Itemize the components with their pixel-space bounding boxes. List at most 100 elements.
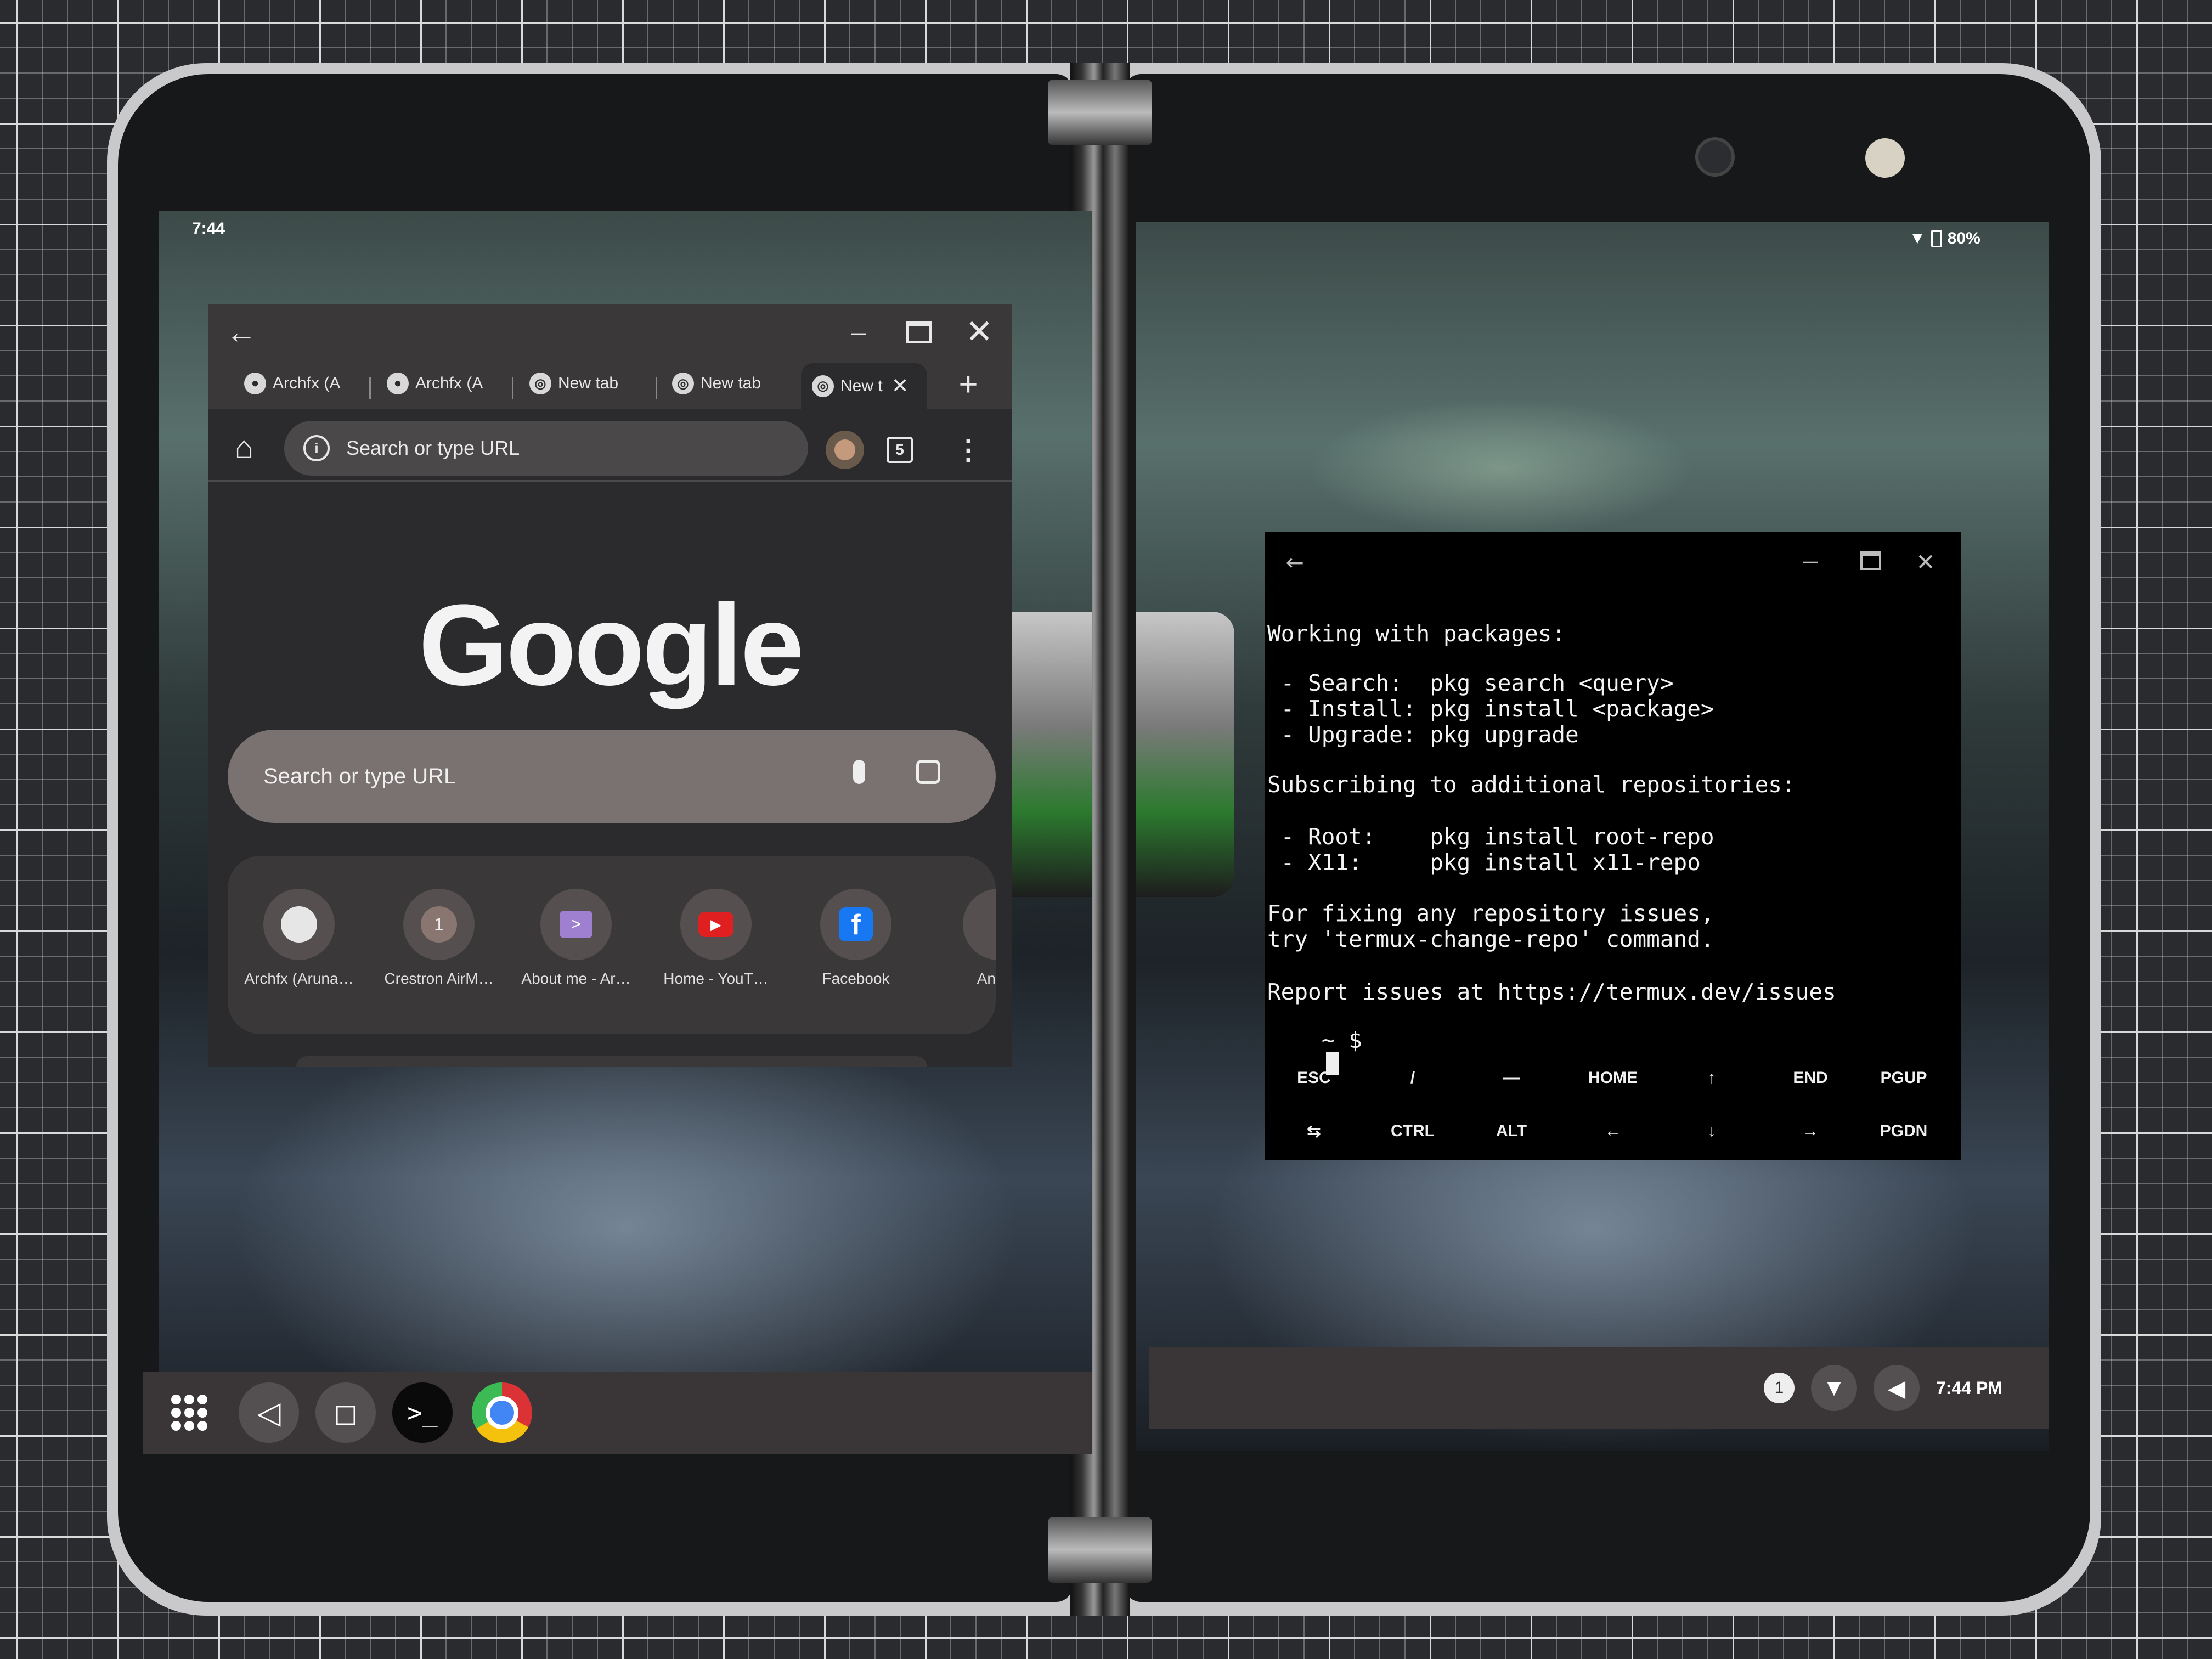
app-grid-icon	[171, 1395, 207, 1431]
shortcut-crestron[interactable]: 1 Crestron AirM…	[376, 889, 502, 988]
notification-badge: 1	[1764, 1373, 1795, 1403]
chrome-icon: ◎	[529, 373, 551, 394]
shortcut-label: An	[977, 970, 996, 987]
menu-more-icon[interactable]: ⋮	[949, 431, 988, 469]
google-lens-icon[interactable]	[916, 760, 940, 784]
ntp-search-placeholder: Search or type URL	[263, 764, 456, 788]
launcher-button[interactable]	[159, 1383, 219, 1443]
termux-window: ← – ✕ Working with packages: - Search: p…	[1265, 532, 1961, 1160]
terminal-line: try 'termux-change-repo' command.	[1267, 926, 1714, 952]
minimize-button[interactable]: –	[839, 313, 878, 351]
terminal-icon: >	[540, 889, 612, 960]
extra-key-tab[interactable]: ⇆	[1265, 1122, 1363, 1141]
tab-separator	[369, 377, 371, 399]
shortcut-label: About me - Ar…	[521, 970, 631, 987]
tab-switcher-button[interactable]: 5	[881, 431, 919, 469]
maximize-button[interactable]	[900, 313, 938, 351]
status-icons: ▼ 80%	[1909, 229, 1980, 248]
maximize-icon	[1860, 551, 1881, 570]
tab-separator	[656, 377, 657, 399]
battery-percent: 80%	[1947, 229, 1980, 247]
shortcut-facebook[interactable]: f Facebook	[793, 889, 919, 988]
ntp-search-box[interactable]: Search or type URL	[228, 730, 996, 823]
hinge-cap-bottom	[1048, 1517, 1152, 1583]
shortcut-label: Crestron AirM…	[384, 970, 494, 987]
volume-icon: ◀	[1874, 1365, 1920, 1411]
prompt-text: ~ $	[1321, 1027, 1362, 1053]
shortcut-partial[interactable]: An	[935, 889, 996, 988]
extra-key-right[interactable]: →	[1761, 1122, 1860, 1141]
tab-5-active[interactable]: ◎ New t ✕	[801, 363, 927, 409]
github-icon	[263, 889, 335, 960]
profile-avatar[interactable]	[826, 431, 864, 469]
close-button[interactable]: ✕	[960, 313, 998, 351]
tab-1[interactable]: ● Archfx (A	[244, 366, 354, 400]
extra-key-esc[interactable]: ESC	[1265, 1069, 1363, 1087]
shortcut-youtube[interactable]: ▶ Home - YouT…	[653, 889, 779, 988]
chrome-window: ← – ✕ ● Archfx (A ● Archfx (A ◎ New tab …	[208, 304, 1012, 1067]
overview-button[interactable]: ◻	[315, 1383, 376, 1443]
terminal-line: For fixing any repository issues,	[1267, 900, 1714, 927]
extra-key-alt[interactable]: ALT	[1462, 1122, 1561, 1141]
tab-label: Archfx (A	[415, 374, 483, 392]
tab-3[interactable]: ◎ New tab	[529, 366, 656, 400]
back-arrow-icon[interactable]: ←	[222, 313, 261, 351]
tab-close-icon[interactable]: ✕	[891, 374, 909, 398]
tab-label: New tab	[558, 374, 619, 392]
new-tab-button[interactable]: +	[949, 365, 988, 403]
shelf-left: ◁ ◻ >_	[143, 1372, 1092, 1454]
back-button[interactable]: ◁	[239, 1383, 299, 1443]
tray-time: 7:44 PM	[1936, 1378, 2002, 1398]
back-arrow-icon[interactable]: ←	[1276, 544, 1314, 578]
terminal-line: - Search: pkg search <query>	[1267, 670, 1674, 696]
omnibox-placeholder: Search or type URL	[346, 437, 520, 459]
home-icon[interactable]: ⌂	[225, 428, 263, 466]
status-tray[interactable]: 1 ▼ ◀ 7:44 PM	[1764, 1358, 2038, 1418]
tab-strip: ● Archfx (A ● Archfx (A ◎ New tab ◎ New …	[208, 357, 1012, 409]
google-logo: Google	[418, 580, 804, 709]
tab-2[interactable]: ● Archfx (A	[387, 366, 496, 400]
chrome-icon: ◎	[672, 373, 694, 394]
shortcut-archfx[interactable]: Archfx (Aruna…	[236, 889, 362, 988]
shortcut-label: Archfx (Aruna…	[244, 970, 354, 987]
minimize-button[interactable]: –	[1791, 544, 1830, 577]
shortcut-about-me[interactable]: > About me - Ar…	[513, 889, 639, 988]
shortcut-icon	[963, 889, 996, 960]
maximize-button[interactable]	[1852, 544, 1890, 577]
extra-key-home[interactable]: HOME	[1564, 1069, 1662, 1087]
extra-key-slash[interactable]: /	[1363, 1069, 1462, 1087]
terminal-line: - Install: pkg install <package>	[1267, 696, 1714, 722]
extra-key-pgdn[interactable]: PGDN	[1854, 1122, 1953, 1141]
extra-key-ctrl[interactable]: CTRL	[1363, 1122, 1462, 1141]
tab-label: New tab	[701, 374, 761, 392]
youtube-icon: ▶	[680, 889, 752, 960]
extra-key-down[interactable]: ↓	[1662, 1122, 1761, 1141]
terminal-line: - Upgrade: pkg upgrade	[1267, 721, 1579, 748]
extra-key-up[interactable]: ↑	[1662, 1069, 1761, 1087]
info-icon: i	[303, 435, 330, 461]
tab-label: Archfx (A	[273, 374, 341, 392]
chrome-app-icon[interactable]	[472, 1383, 532, 1443]
wifi-icon: ▼	[1909, 229, 1926, 247]
tab-count: 5	[887, 437, 913, 463]
omnibox[interactable]: i Search or type URL	[284, 421, 808, 476]
ambient-sensor	[1865, 138, 1905, 178]
microphone-icon[interactable]	[853, 760, 865, 784]
avatar-face-icon	[834, 439, 855, 460]
facebook-icon: f	[820, 889, 891, 960]
extra-key-pgup[interactable]: PGUP	[1854, 1069, 1953, 1087]
letter-avatar-icon: 1	[403, 889, 475, 960]
termux-app-icon[interactable]: >_	[392, 1383, 453, 1443]
github-icon: ●	[244, 373, 266, 394]
tab-4[interactable]: ◎ New tab	[672, 366, 798, 400]
extra-key-end[interactable]: END	[1761, 1069, 1860, 1087]
close-button[interactable]: ✕	[1906, 544, 1945, 577]
extra-key-dash[interactable]: —	[1462, 1069, 1561, 1087]
terminal-line: Report issues at https://termux.dev/issu…	[1267, 979, 1836, 1005]
shortcuts-panel: Archfx (Aruna… 1 Crestron AirM… > About …	[228, 856, 996, 1034]
wallpaper-car	[1136, 612, 1234, 897]
tab-label: New t	[840, 376, 883, 395]
shelf-right: 1 ▼ ◀ 7:44 PM	[1149, 1347, 2049, 1429]
terminal-line: - X11: pkg install x11-repo	[1267, 849, 1701, 876]
extra-key-left[interactable]: ←	[1564, 1122, 1662, 1141]
